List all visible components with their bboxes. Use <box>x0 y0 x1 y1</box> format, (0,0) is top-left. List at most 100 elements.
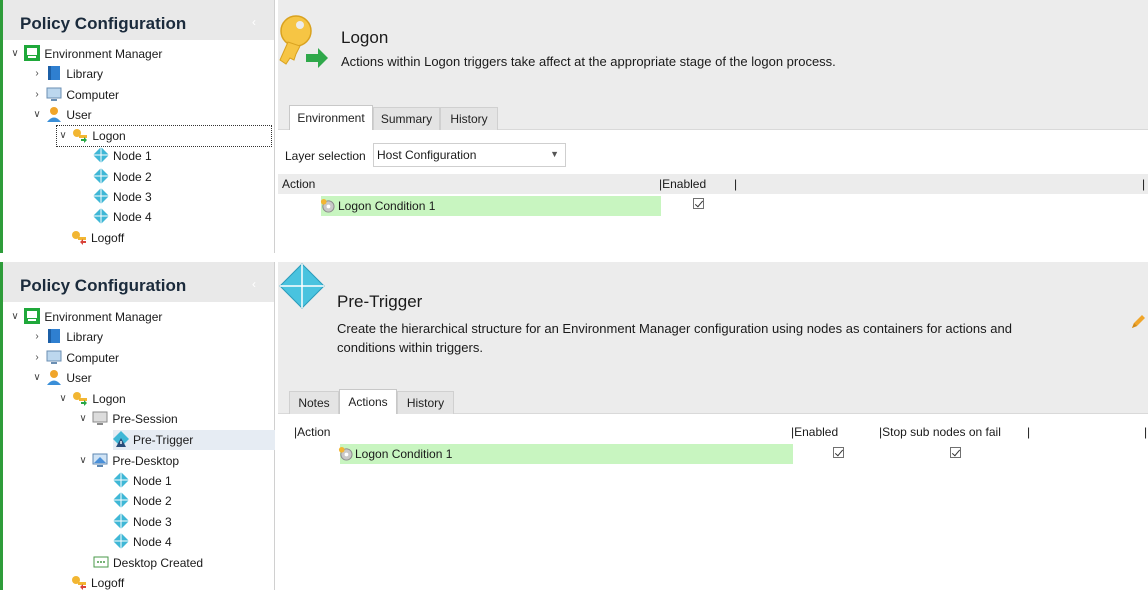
tree-label: Logon <box>92 392 126 406</box>
column-action[interactable]: |Action <box>294 425 330 439</box>
expander-icon[interactable]: › <box>31 85 43 105</box>
tree-label: User <box>66 371 92 385</box>
layer-selection-dropdown[interactable]: Host Configuration ▼ <box>373 143 566 167</box>
computer-icon <box>46 87 62 101</box>
column-enabled[interactable]: |Enabled <box>791 425 838 439</box>
tree-label: Computer <box>66 351 120 365</box>
logon-panel: Policy Configuration ‹ ∨ Environment Man… <box>0 0 1148 253</box>
tab-history[interactable]: History <box>440 107 498 130</box>
tree-item-library[interactable]: › Library <box>31 64 103 84</box>
expander-icon[interactable]: ∨ <box>31 368 43 388</box>
expander-icon[interactable]: › <box>31 327 43 347</box>
user-icon <box>47 107 62 122</box>
library-icon <box>48 66 61 80</box>
tree-label: Node 3 <box>133 515 172 529</box>
tree-label: Pre-Desktop <box>112 454 180 468</box>
tree-item-node-2[interactable]: Node 2 <box>113 491 172 511</box>
node-icon <box>113 472 129 488</box>
grid-header: Action |Enabled | | <box>278 174 1148 194</box>
node-icon <box>93 208 109 224</box>
column-action[interactable]: Action <box>282 177 315 191</box>
action-name: Logon Condition 1 <box>338 199 436 213</box>
tree-item-pre-trigger[interactable]: Pre-Trigger <box>113 430 275 450</box>
tree-item-computer[interactable]: › Computer <box>31 348 119 368</box>
condition-icon <box>338 446 353 461</box>
key-icon <box>73 129 88 143</box>
tree-label: Environment Manager <box>44 47 163 61</box>
tree-item-node-1[interactable]: Node 1 <box>93 146 152 166</box>
tab-actions[interactable]: Actions <box>339 389 397 414</box>
tree-item-pre-desktop[interactable]: ∨ Pre-Desktop <box>77 451 179 471</box>
collapse-icon[interactable]: ‹ <box>252 15 256 29</box>
pretrigger-icon <box>113 431 129 447</box>
expander-icon[interactable]: › <box>31 348 43 368</box>
tree-item-node-4[interactable]: Node 4 <box>93 207 152 227</box>
tree-label: Pre-Session <box>112 412 178 426</box>
tree-label: Logon <box>92 129 126 143</box>
expander-icon[interactable]: ∨ <box>77 409 89 429</box>
tree-label: Node 1 <box>133 474 172 488</box>
tree-item-desktop-created[interactable]: Desktop Created <box>93 553 203 573</box>
tree-item-logoff[interactable]: Logoff <box>71 573 124 590</box>
tree-label: Pre-Trigger <box>133 433 194 447</box>
trigger-description: Actions within Logon triggers take affec… <box>341 54 836 69</box>
enabled-checkbox[interactable] <box>693 198 704 209</box>
action-name: Logon Condition 1 <box>355 447 453 461</box>
tree-item-node-3[interactable]: Node 3 <box>113 512 172 532</box>
sidebar-header: Policy Configuration ‹ <box>3 0 274 40</box>
expander-icon[interactable]: ∨ <box>9 307 21 327</box>
tree-item-pre-session[interactable]: ∨ Pre-Session <box>77 409 178 429</box>
tree-item-environment-manager[interactable]: ∨ Environment Manager <box>9 307 162 327</box>
enabled-checkbox[interactable] <box>833 447 844 458</box>
tab-notes[interactable]: Notes <box>289 391 339 414</box>
collapse-icon[interactable]: ‹ <box>252 277 256 291</box>
tree-label: Logoff <box>91 231 125 245</box>
edit-pencil-icon[interactable] <box>1130 314 1146 330</box>
tree-item-library[interactable]: › Library <box>31 327 103 347</box>
key-icon <box>72 231 86 245</box>
tab-summary[interactable]: Summary <box>373 107 440 130</box>
node-icon <box>93 147 109 163</box>
column-separator: | <box>1144 425 1148 439</box>
layer-selection-label: Layer selection <box>285 149 366 163</box>
logon-key-icon <box>279 15 328 68</box>
tree-item-user[interactable]: ∨ User <box>31 105 92 125</box>
tab-history[interactable]: History <box>397 391 454 414</box>
tree-item-environment-manager[interactable]: ∨ Environment Manager <box>9 44 162 64</box>
column-enabled[interactable]: |Enabled <box>659 177 706 191</box>
tree-item-logon[interactable]: ∨ Logon <box>56 125 272 147</box>
key-icon <box>73 392 88 406</box>
node-icon <box>93 168 109 184</box>
tree-label: Logoff <box>91 576 125 590</box>
node-icon <box>93 188 109 204</box>
tab-environment[interactable]: Environment <box>289 105 373 130</box>
tree-item-node-1[interactable]: Node 1 <box>113 471 172 491</box>
expander-icon[interactable]: ∨ <box>57 389 69 409</box>
tree-item-logon[interactable]: ∨ Logon <box>57 389 126 409</box>
tree-item-user[interactable]: ∨ User <box>31 368 92 388</box>
column-separator: | <box>1142 177 1146 191</box>
column-separator: | <box>1027 425 1031 439</box>
expander-icon[interactable]: ∨ <box>57 126 69 146</box>
tree-item-computer[interactable]: › Computer <box>31 85 119 105</box>
computer-icon <box>46 350 62 364</box>
expander-icon[interactable]: ∨ <box>77 451 89 471</box>
expander-icon[interactable]: ∨ <box>31 105 43 125</box>
tree-label: Environment Manager <box>44 310 163 324</box>
tree-item-logoff[interactable]: Logoff <box>71 228 124 248</box>
layer-selection-value: Host Configuration <box>377 148 477 162</box>
desktop-created-icon <box>93 556 109 568</box>
expander-icon[interactable]: › <box>31 64 43 84</box>
tree-item-node-4[interactable]: Node 4 <box>113 532 172 552</box>
trigger-header: Logon Actions within Logon triggers take… <box>278 0 1148 97</box>
tree-label: Node 4 <box>113 210 152 224</box>
column-separator: | <box>734 177 738 191</box>
pre-trigger-content: Pre-Trigger Create the hierarchical stru… <box>278 262 1148 590</box>
library-icon <box>48 329 61 343</box>
tree-item-node-3[interactable]: Node 3 <box>93 187 152 207</box>
column-stop-sub-nodes[interactable]: |Stop sub nodes on fail <box>879 425 1001 439</box>
stop-sub-nodes-checkbox[interactable] <box>950 447 961 458</box>
tree-item-node-2[interactable]: Node 2 <box>93 167 152 187</box>
expander-icon[interactable]: ∨ <box>9 44 21 64</box>
tree-label: Node 1 <box>113 149 152 163</box>
